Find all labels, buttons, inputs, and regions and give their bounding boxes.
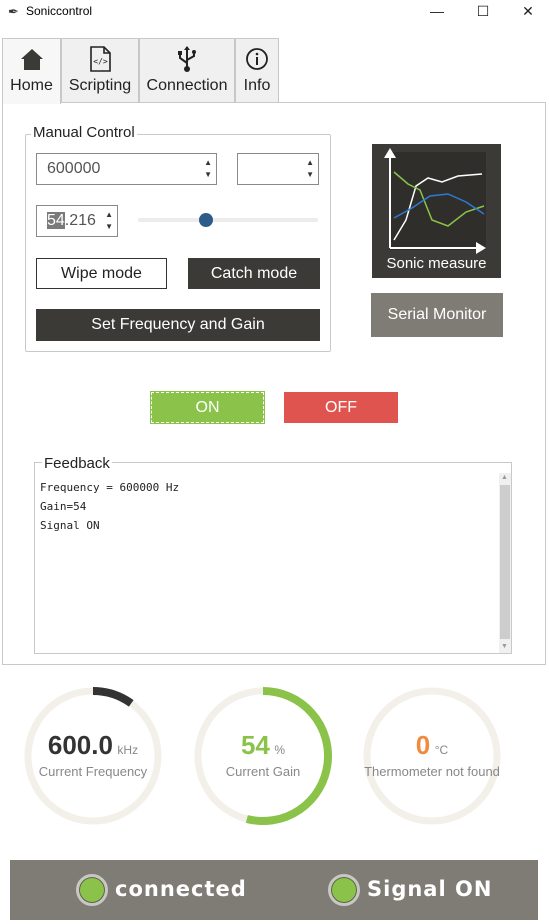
gain-gauge: 54 % Current Gain — [191, 684, 335, 828]
maximize-button[interactable]: ☐ — [460, 0, 506, 24]
wipe-mode-button[interactable]: Wipe mode — [36, 258, 167, 289]
serial-monitor-button[interactable]: Serial Monitor — [371, 293, 503, 337]
frequency-value: 600000 — [47, 160, 101, 177]
spin-arrows-icon[interactable]: ▲ ▼ — [105, 209, 113, 233]
gain-value-selected: 54 — [47, 212, 65, 229]
gauge-arc — [92, 687, 134, 707]
home-icon — [20, 49, 43, 70]
scrollbar-thumb[interactable] — [500, 485, 510, 639]
title-bar: ✒ Soniccontrol — ☐ ✕ — [0, 0, 549, 24]
frequency-value: 600.0 — [47, 730, 113, 760]
connection-led-icon — [76, 874, 108, 906]
temperature-unit: °C — [434, 743, 449, 757]
usb-icon — [178, 46, 196, 72]
signal-led-icon — [328, 874, 360, 906]
feedback-log: Frequency = 600000 Hz Gain=54 Signal ON — [40, 481, 180, 532]
manual-control-legend: Manual Control — [31, 124, 137, 141]
script-file-icon: </> — [90, 46, 111, 72]
tab-info[interactable]: Info — [235, 38, 279, 102]
signal-off-button[interactable]: OFF — [284, 392, 398, 423]
feedback-legend: Feedback — [42, 455, 112, 472]
tab-home-label: Home — [10, 77, 53, 94]
connection-status: connected — [115, 877, 247, 901]
spin-arrows-icon[interactable]: ▲ ▼ — [306, 157, 314, 181]
tab-scripting[interactable]: </> Scripting — [61, 38, 139, 102]
temperature-gauge: 0 °C Thermometer not found — [360, 684, 504, 828]
info-icon — [246, 48, 268, 70]
signal-status: Signal ON — [367, 877, 493, 901]
tab-connection[interactable]: Connection — [139, 38, 235, 102]
scroll-up-icon[interactable]: ▲ — [501, 474, 508, 481]
catch-mode-button[interactable]: Catch mode — [188, 258, 320, 289]
frequency-spinbox[interactable]: 600000 ▲ ▼ — [36, 153, 217, 185]
close-button[interactable]: ✕ — [505, 0, 549, 24]
gain-slider-thumb[interactable] — [198, 213, 213, 227]
tab-scripting-label: Scripting — [68, 77, 132, 94]
set-frequency-gain-button[interactable]: Set Frequency and Gain — [36, 309, 320, 341]
sonic-measure-button[interactable]: Sonic measure — [372, 144, 501, 278]
temperature-value: 0 — [415, 730, 431, 760]
frequency-unit: kHz — [117, 743, 139, 757]
minimize-button[interactable]: — — [414, 0, 460, 24]
gain-slider-track[interactable] — [138, 218, 318, 222]
scroll-down-icon[interactable]: ▼ — [501, 643, 508, 650]
scale-spinbox[interactable]: ▲ ▼ — [237, 153, 319, 185]
tab-info-label: Info — [243, 77, 271, 94]
svg-text:</>: </> — [93, 57, 108, 66]
gain-value-rest: .216 — [64, 212, 96, 229]
gain-unit: % — [274, 743, 286, 757]
feedback-scrollbar[interactable]: ▲ ▼ — [499, 473, 511, 653]
gain-spinbox[interactable]: 54.216 ▲ ▼ — [36, 205, 118, 237]
frequency-label: Current Frequency — [38, 764, 148, 779]
gain-label: Current Gain — [225, 764, 301, 779]
spin-arrows-icon[interactable]: ▲ ▼ — [204, 157, 212, 181]
window-title: Soniccontrol — [26, 4, 93, 18]
signal-on-button[interactable]: ON — [150, 391, 265, 424]
tab-connection-label: Connection — [146, 77, 228, 94]
sonic-measure-label: Sonic measure — [386, 255, 487, 272]
gain-value: 54 — [240, 730, 270, 760]
temperature-label: Thermometer not found — [364, 764, 500, 779]
frequency-gauge: 600.0 kHz Current Frequency — [21, 684, 165, 828]
status-bar: connected Signal ON — [10, 860, 538, 920]
feather-icon: ✒ — [8, 4, 19, 19]
tab-home[interactable]: Home — [2, 38, 61, 104]
line-chart-icon — [384, 148, 486, 254]
